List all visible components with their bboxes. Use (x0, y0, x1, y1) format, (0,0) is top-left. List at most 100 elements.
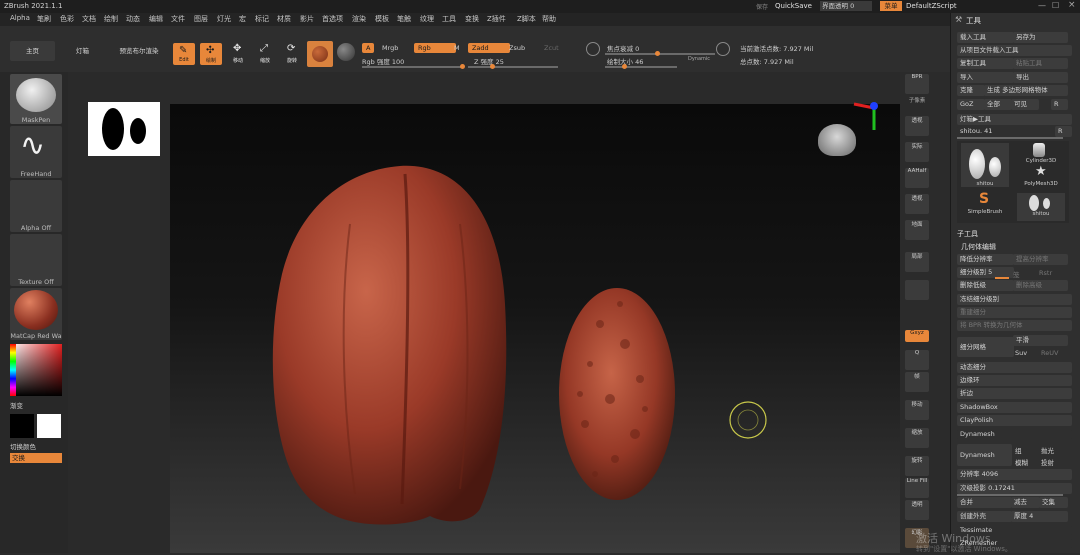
current-tool-slider[interactable]: shitou. 41 (957, 126, 1058, 137)
menu-color[interactable]: 色彩 (60, 14, 74, 24)
menu-file[interactable]: 文件 (171, 14, 185, 24)
subproj-track[interactable] (957, 494, 1063, 496)
lightbox-button[interactable]: 灯箱 (60, 41, 105, 61)
lower-res-button[interactable]: 降低分辨率 (957, 254, 1014, 265)
goz-all-button[interactable]: 全部 (984, 99, 1012, 110)
thumb-shitou-2[interactable]: shitou (1017, 193, 1065, 221)
menu-stroke[interactable]: 笔触 (397, 14, 411, 24)
focal-shift-knob[interactable] (655, 51, 660, 56)
thumb-simplebrush[interactable]: S SimpleBrush (961, 191, 1009, 221)
local-button[interactable]: 局部 (905, 252, 929, 272)
maximize-icon[interactable]: ☐ (1052, 1, 1059, 10)
edit-button[interactable]: Edit ✎ (173, 43, 195, 65)
del-higher-button[interactable]: 删除高级 (1013, 280, 1068, 291)
actual-button[interactable]: 实际 (905, 142, 929, 162)
default-zscript[interactable]: DefaultZScript (906, 2, 957, 10)
resolution-slider[interactable]: 分辨率 4096 (957, 469, 1072, 480)
move-button[interactable]: ✥ 移动 (228, 43, 248, 65)
draw-size-icon[interactable] (716, 42, 730, 56)
thickness-slider[interactable]: 厚度 4 (1011, 511, 1068, 522)
m-toggle[interactable]: M (450, 43, 464, 53)
convert-bpr-button[interactable]: 将 BPR 转换为几何体 (957, 320, 1072, 331)
lsym-button[interactable] (905, 280, 929, 300)
freeze-sdiv-button[interactable]: 冻结细分级别 (957, 294, 1072, 305)
load-from-project-button[interactable]: 从项目文件载入工具 (957, 45, 1072, 56)
axis-gizmo-icon[interactable] (848, 96, 884, 136)
subtool-header[interactable]: 子工具 (957, 229, 978, 239)
transp-button[interactable]: 透明 (905, 500, 929, 520)
sdiv-track[interactable] (995, 277, 1009, 279)
zadd-toggle[interactable]: Zadd (468, 43, 510, 53)
close-icon[interactable]: × (1068, 0, 1076, 10)
dynamesh-header[interactable]: Dynamesh (957, 429, 1072, 440)
dynamic-subdiv-button[interactable]: 动态细分 (957, 362, 1072, 373)
quicksave-button[interactable]: QuickSave (775, 2, 812, 10)
persp2-button[interactable]: 透视 (905, 194, 929, 214)
del-lower-button[interactable]: 删除低级 (957, 280, 1014, 291)
texture-sphere-icon[interactable] (337, 43, 355, 61)
geometry-header[interactable]: 几何体编辑 (961, 242, 996, 252)
paste-tool-button[interactable]: 粘贴工具 (1013, 58, 1068, 69)
cage-button[interactable]: 笼 (1013, 269, 1020, 279)
xyz-button[interactable]: Gxyz (905, 330, 929, 342)
menu-document[interactable]: 文档 (82, 14, 96, 24)
secondary-color-swatch[interactable] (37, 414, 61, 438)
subproj-slider[interactable]: 次级投影 0.17241 (957, 483, 1072, 494)
draw-button[interactable]: 绘制 ✣ (200, 43, 222, 65)
goz-r-button[interactable]: R (1051, 99, 1068, 110)
edge-loop-button[interactable]: 边缘环 (957, 375, 1072, 386)
thumb-shitou[interactable]: shitou (961, 143, 1009, 187)
menu-preferences[interactable]: 首选项 (322, 14, 343, 24)
higher-res-button[interactable]: 提高分辨率 (1013, 254, 1068, 265)
texture-slot[interactable]: Texture Off (10, 234, 62, 286)
thumb-cylinder3d[interactable]: Cylinder3D (1017, 143, 1065, 165)
hue-strip[interactable] (10, 344, 16, 396)
floor-button[interactable]: 地面 (905, 220, 929, 240)
frame-button[interactable]: 帧 (905, 372, 929, 392)
rstr-button[interactable]: Rstr (1039, 269, 1052, 277)
thumb-polymesh3d[interactable]: ★ PolyMesh3D (1017, 164, 1065, 189)
zcut-toggle[interactable]: Zcut (540, 43, 563, 53)
copy-tool-button[interactable]: 复制工具 (957, 58, 1014, 69)
make-polymesh-button[interactable]: 生成 多边形网格物体 (984, 85, 1068, 96)
material-slot[interactable]: MatCap Red Wa (10, 288, 62, 340)
gradient-label[interactable]: 渐变 (10, 400, 23, 410)
suv-toggle[interactable]: Suv (1015, 349, 1027, 357)
mrgb-toggle[interactable]: Mrgb (378, 43, 402, 53)
move-view-button[interactable]: 移动 (905, 400, 929, 420)
menu-render[interactable]: 渲染 (352, 14, 366, 24)
bpr-button[interactable]: BPR (905, 74, 929, 94)
menu-draw[interactable]: 绘制 (104, 14, 118, 24)
menu-stencil[interactable]: 模板 (375, 14, 389, 24)
reconstruct-button[interactable]: 重建细分 (957, 307, 1072, 318)
menu-alpha[interactable]: Alpha (10, 14, 30, 22)
rotate-view-button[interactable]: 旋转 (905, 456, 929, 476)
alpha-slot[interactable]: Alpha Off (10, 180, 62, 232)
color-picker[interactable] (10, 344, 62, 396)
dynamic-toggle[interactable]: Dynamic (688, 56, 710, 62)
menu-brush[interactable]: 笔刷 (37, 14, 51, 24)
live-boolean-button[interactable]: 预览布尔渲染 (110, 41, 168, 61)
menu-movie-dyn[interactable]: 动态 (126, 14, 140, 24)
dynamesh-polish-toggle[interactable]: 抛光 (1041, 445, 1054, 455)
menu-transform[interactable]: 变换 (465, 14, 479, 24)
stroke-slot[interactable]: ∿ FreeHand (10, 126, 62, 178)
load-tool-button[interactable]: 载入工具 (957, 32, 1014, 43)
model-render[interactable] (170, 104, 900, 553)
rgb-intensity-slider[interactable] (362, 66, 464, 68)
interface-transparency[interactable]: 界面透明 0 (820, 1, 872, 11)
dynamesh-project-toggle[interactable]: 投射 (1041, 457, 1054, 467)
claypolish-button[interactable]: ClayPolish (957, 415, 1072, 426)
z-intensity-slider[interactable] (468, 66, 558, 68)
document-viewport[interactable] (170, 104, 900, 553)
minimize-icon[interactable]: — (1038, 1, 1046, 10)
pin-icon[interactable]: ⚒ (955, 15, 962, 24)
clone-button[interactable]: 克隆 (957, 85, 985, 96)
current-tool-r-button[interactable]: R (1055, 126, 1072, 137)
menu-material[interactable]: 材质 (277, 14, 291, 24)
zsub-toggle[interactable]: Zsub (505, 43, 529, 53)
draw-size-knob[interactable] (622, 64, 627, 69)
dynamesh-blur-slider[interactable]: 模糊 (1015, 457, 1028, 467)
sub-button[interactable]: 减去 (1011, 497, 1040, 508)
divide-button[interactable]: 细分网格 (957, 337, 1014, 357)
